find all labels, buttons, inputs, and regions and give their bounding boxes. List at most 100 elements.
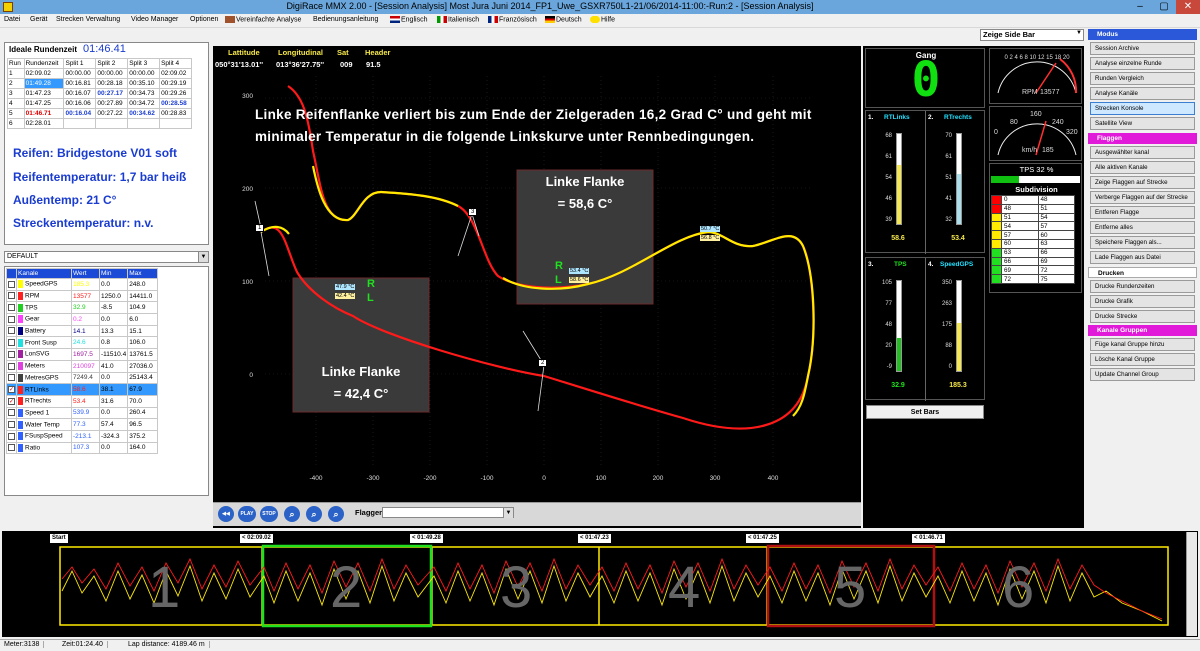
menu-strecken[interactable]: Strecken Verwaltung: [56, 16, 120, 23]
table-row[interactable]: 2 01:49.28 00:16.81 00:28.18 00:35.10 00:29.1…: [7, 78, 192, 89]
channel-checkbox[interactable]: [6, 289, 17, 303]
sidebar-item-flag[interactable]: Entferen Flagge: [1090, 206, 1195, 219]
sidebar-item-strecken-konsole[interactable]: Strecken Konsole: [1090, 102, 1195, 115]
lap-strip-scrollbar[interactable]: [1186, 532, 1197, 636]
sidebar-head-modus[interactable]: Modus: [1088, 29, 1197, 40]
table-row[interactable]: Speed 1 539.9 0.0 260.4: [6, 406, 158, 420]
menu-italienisch[interactable]: Italienisch: [437, 16, 479, 23]
sidebar-item-group[interactable]: Update Channel Group: [1090, 368, 1195, 381]
menu-deutsch[interactable]: Deutsch: [545, 16, 582, 23]
checkbox-icon[interactable]: [8, 432, 15, 440]
minimize-button[interactable]: ‒: [1128, 0, 1152, 14]
preset-dropdown[interactable]: DEFAULT ▼: [4, 251, 209, 263]
menu-hilfe[interactable]: Hilfe: [590, 16, 615, 23]
track-marker-2[interactable]: 2: [538, 359, 548, 367]
side-bar-dropdown[interactable]: Zeige Side Bar ▼: [980, 29, 1084, 41]
track-marker-1[interactable]: 1: [255, 224, 265, 232]
table-row[interactable]: 4 01:47.25 00:16.06 00:27.89 00:34.72 00:28.5…: [7, 98, 192, 109]
channel-checkbox[interactable]: [6, 278, 17, 291]
chevron-down-icon[interactable]: ▼: [1076, 30, 1082, 36]
flaggen-dropdown[interactable]: ▼: [382, 507, 514, 518]
menu-franzoesisch[interactable]: Französisch: [488, 16, 537, 23]
channel-checkbox[interactable]: [6, 429, 17, 443]
menu-englisch[interactable]: Englisch: [390, 16, 427, 23]
checkbox-icon[interactable]: [8, 362, 15, 370]
table-row[interactable]: MetresGPS 7249.4 0.0 25143.4: [6, 371, 158, 385]
chevron-down-icon[interactable]: ▼: [503, 508, 513, 518]
stop-button[interactable]: STOP: [260, 506, 278, 522]
checkbox-icon[interactable]: [8, 409, 15, 417]
sidebar-item-flag[interactable]: Verberge Flaggen auf der Strecke: [1090, 191, 1195, 204]
sidebar-item-flag[interactable]: Speichere Flaggen als...: [1090, 236, 1195, 249]
table-row[interactable]: Water Temp 77.3 57.4 96.5: [6, 418, 158, 431]
sidebar-head-flaggen[interactable]: Flaggen: [1088, 133, 1197, 144]
sidebar-item-analyse-runde[interactable]: Analyse einzelne Runde: [1090, 57, 1195, 70]
sidebar-item-group[interactable]: Lösche Kanal Gruppe: [1090, 353, 1195, 366]
checkbox-icon[interactable]: [8, 420, 15, 428]
set-bars-button[interactable]: Set Bars: [866, 405, 984, 419]
sidebar-item-print[interactable]: Drucke Strecke: [1090, 310, 1195, 323]
channel-checkbox[interactable]: [6, 406, 17, 420]
checkbox-icon[interactable]: [8, 374, 15, 382]
table-row[interactable]: ✓ RTLinks 58.6 38.1 67.9: [6, 383, 158, 396]
channel-checkbox[interactable]: [6, 371, 17, 385]
menu-optionen[interactable]: Optionen: [190, 16, 218, 23]
sidebar-item-runden-vergleich[interactable]: Runden Vergleich: [1090, 72, 1195, 85]
menu-anleitung[interactable]: Bedienungsanleitung: [313, 16, 378, 23]
table-row[interactable]: Ratio 107.3 0.0 164.0: [6, 441, 158, 455]
sidebar-item-flag[interactable]: Lade Flaggen aus Datei: [1090, 251, 1195, 264]
zoom-out-icon[interactable]: ⌕: [306, 506, 322, 522]
menu-video[interactable]: Video Manager: [131, 16, 178, 23]
sidebar-head-gruppen[interactable]: Kanale Gruppen: [1088, 325, 1197, 336]
sidebar-item-session-archive[interactable]: Session Archive: [1090, 42, 1195, 55]
channel-checkbox[interactable]: [6, 418, 17, 431]
rewind-button[interactable]: ◀◀: [218, 506, 234, 522]
channel-checkbox[interactable]: [6, 313, 17, 326]
table-row[interactable]: Meters 210097 41.0 27036.0: [6, 359, 158, 373]
channel-checkbox[interactable]: [6, 441, 17, 455]
menu-datei[interactable]: Datei: [4, 16, 20, 23]
sidebar-item-flag[interactable]: Zeige Flaggen auf Strecke: [1090, 176, 1195, 189]
checkbox-icon[interactable]: [8, 339, 15, 347]
table-row[interactable]: SpeedGPS 185.3 0.0 248.0: [6, 278, 158, 291]
table-row[interactable]: Front Susp 24.6 0.8 106.0: [6, 336, 158, 350]
channel-checkbox[interactable]: [6, 336, 17, 350]
channel-checkbox[interactable]: [6, 348, 17, 361]
checkbox-icon[interactable]: [8, 280, 15, 288]
sidebar-item-group[interactable]: Füge kanal Gruppe hinzu: [1090, 338, 1195, 351]
sidebar-item-flag[interactable]: Alle aktiven Kanale: [1090, 161, 1195, 174]
table-row[interactable]: 5 01:46.71 00:16.04 00:27.22 00:34.62 00:28.8…: [7, 108, 192, 119]
sidebar-item-print[interactable]: Drucke Rundenzeiten: [1090, 280, 1195, 293]
channel-checkbox[interactable]: ✓: [6, 383, 17, 396]
menu-geraet[interactable]: Gerät: [30, 16, 48, 23]
checkbox-icon[interactable]: [8, 315, 15, 323]
table-row[interactable]: FSuspSpeed -213.1 -324.3 375.2: [6, 429, 158, 443]
zoom-in-icon[interactable]: ⌕: [284, 506, 300, 522]
table-row[interactable]: ✓ RTrechts 53.4 31.6 70.0: [6, 394, 158, 408]
table-row[interactable]: Gear 0.2 0.0 6.0: [6, 313, 158, 326]
checkbox-icon[interactable]: ✓: [8, 397, 15, 405]
chevron-down-icon[interactable]: ▼: [198, 252, 208, 262]
checkbox-icon[interactable]: [8, 350, 15, 358]
table-row[interactable]: TPS 32.9 -8.5 104.9: [6, 301, 158, 315]
channel-checkbox[interactable]: [6, 324, 17, 338]
table-row[interactable]: Battery 14.1 13.3 15.1: [6, 324, 158, 338]
zoom-fit-icon[interactable]: ⌕: [328, 506, 344, 522]
play-button[interactable]: PLAY: [238, 506, 256, 522]
table-row[interactable]: 3 01:47.23 00:16.07 00:27.17 00:34.73 00:29.2…: [7, 88, 192, 99]
table-row[interactable]: RPM 13577 1250.0 14411.0: [6, 289, 158, 303]
sidebar-item-analyse-kanaele[interactable]: Analyse Kanäle: [1090, 87, 1195, 100]
sidebar-item-flag[interactable]: Entferne alles: [1090, 221, 1195, 234]
track-marker-3[interactable]: 3: [468, 208, 478, 216]
sidebar-head-drucken[interactable]: Drucken: [1088, 267, 1197, 278]
close-button[interactable]: ✕: [1176, 0, 1200, 14]
sidebar-item-flag[interactable]: Ausgewählter kanal: [1090, 146, 1195, 159]
table-row[interactable]: 1 02:09.02 00:00.00 00:00.00 00:00.00 02:09.0…: [7, 68, 192, 79]
table-row[interactable]: 6 02:28.01: [7, 118, 192, 129]
checkbox-icon[interactable]: [8, 327, 15, 335]
checkbox-icon[interactable]: [8, 304, 15, 312]
table-row[interactable]: LonSVG 1697.5 -11510.4 13761.5: [6, 348, 158, 361]
sidebar-item-print[interactable]: Drucke Grafik: [1090, 295, 1195, 308]
channel-checkbox[interactable]: [6, 359, 17, 373]
sidebar-item-satellite-view[interactable]: Satellite View: [1090, 117, 1195, 130]
